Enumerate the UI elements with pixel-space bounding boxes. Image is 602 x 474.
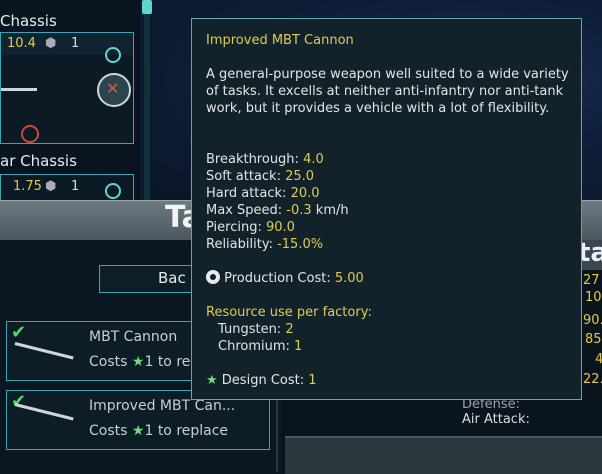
stat-soft-attack: Soft attack: 25.0 <box>206 169 315 184</box>
star-icon: ★ <box>131 423 145 439</box>
slot-indicator-icon <box>105 47 121 63</box>
production-gear-icon <box>206 270 220 284</box>
chassis-title-2: ar Chassis <box>0 152 77 170</box>
design-cost: ★ Design Cost: 1 <box>206 373 317 388</box>
chassis-stat-value: 10.4 <box>7 36 36 51</box>
resource-header: Resource use per factory: <box>206 305 372 320</box>
turret-diagram <box>1 88 37 91</box>
back-button-label: Bac <box>158 269 186 287</box>
stat-number: 10 <box>585 290 602 305</box>
cannon-icon <box>14 342 74 360</box>
cube-icon: ⬢ <box>45 36 57 51</box>
stat-max-speed: Max Speed: -0.3 km/h <box>206 203 349 218</box>
weapon-name: Improved MBT Can... <box>89 398 236 414</box>
stat-label-air-attack: Air Attack: <box>462 412 530 427</box>
stat-number: 27 <box>583 273 600 288</box>
stat-reliability: Reliability: -15.0% <box>206 237 324 252</box>
scrollbar-thumb[interactable] <box>142 0 152 14</box>
remove-module-icon[interactable]: ✕ <box>97 73 131 107</box>
checkmark-icon: ✔ <box>11 391 27 412</box>
scrollbar-track[interactable] <box>144 0 150 200</box>
stats-panel-footer <box>285 436 602 474</box>
weapon-name: MBT Cannon <box>89 329 178 345</box>
stat-piercing: Piercing: 90.0 <box>206 220 295 235</box>
stat-number: 22. <box>583 372 602 387</box>
weapon-tooltip: Improved MBT Cannon A general-purpose we… <box>191 18 582 400</box>
chassis-card-1[interactable]: 10.4 ⬢ 1 ✕ <box>0 32 134 144</box>
chassis-count: 1 <box>71 36 80 51</box>
checkmark-icon: ✔ <box>11 322 27 343</box>
stat-breakthrough: Breakthrough: 4.0 <box>206 152 324 167</box>
stat-number: 85 <box>585 332 602 347</box>
star-icon: ★ <box>206 373 218 388</box>
production-cost: Production Cost: 5.00 <box>206 270 364 287</box>
chassis-count: 1 <box>71 179 80 194</box>
stat-number: 4 <box>595 352 602 367</box>
chassis-stat-value: 1.75 <box>13 179 42 194</box>
chassis-title-1: Chassis <box>0 12 57 30</box>
resource-tungsten: Tungsten: 2 <box>218 322 294 337</box>
slot-indicator-icon <box>105 183 121 199</box>
weapon-cost: Costs ★1 to re <box>89 354 191 370</box>
resource-chromium: Chromium: 1 <box>218 339 303 354</box>
weapon-cost: Costs ★1 to replace <box>89 423 229 439</box>
stat-number: 90. <box>583 313 602 328</box>
blocked-slot-icon <box>21 125 39 143</box>
tooltip-description: A general-purpose weapon well suited to … <box>206 67 569 116</box>
cube-icon: ⬢ <box>45 179 57 194</box>
stat-hard-attack: Hard attack: 20.0 <box>206 186 320 201</box>
star-icon: ★ <box>131 354 145 370</box>
tooltip-title: Improved MBT Cannon <box>206 33 354 48</box>
